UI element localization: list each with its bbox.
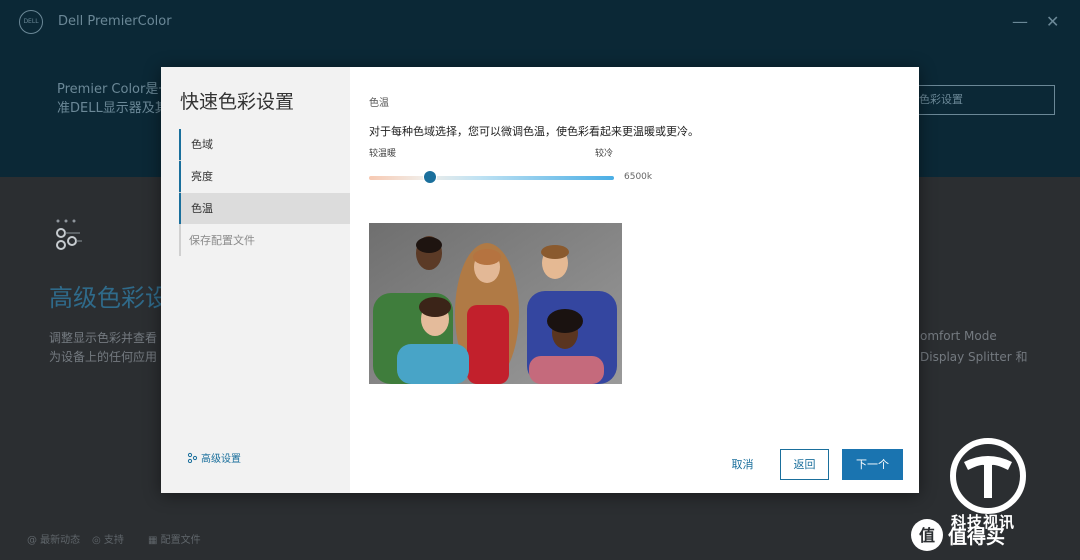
step-save-profile[interactable]: 保存配置文件	[179, 225, 350, 256]
comfort-mode-text: omfort Mode	[920, 329, 997, 343]
dialog-title: 快速色彩设置	[180, 91, 295, 113]
step-color-gamut[interactable]: 色域	[179, 129, 350, 160]
advanced-desc-line-2: 为设备上的任何应用	[49, 350, 158, 364]
watermark-emblem-icon	[950, 438, 1026, 514]
watermark-badge-icon: 值	[911, 519, 943, 551]
svg-text:值: 值	[919, 526, 935, 545]
hero-color-settings-button[interactable]: 色彩设置	[912, 85, 1055, 115]
step-color-temperature[interactable]: 色温	[179, 193, 350, 224]
hero-text-line-2: 准DELL显示器及其	[57, 101, 168, 116]
cancel-button[interactable]: 取消	[720, 449, 765, 481]
hero-text-line-1: Premier Color是一	[57, 82, 172, 97]
advanced-settings-icon	[56, 219, 82, 250]
wizard-sidebar: 快速色彩设置 色域 亮度 色温 保存配置文件 高级设置	[161, 67, 350, 493]
slider-label-warm: 较温暖	[369, 149, 397, 159]
watermark-text-bottom: 值得买	[948, 526, 1006, 548]
section-title: 色温	[369, 98, 389, 109]
quick-color-settings-dialog: 快速色彩设置 色域 亮度 色温 保存配置文件 高级设置 色温 对于每种色域选择，…	[161, 67, 919, 493]
slider-value: 6500k	[624, 172, 653, 182]
next-button[interactable]: 下一个	[842, 449, 903, 480]
step-brightness[interactable]: 亮度	[179, 161, 350, 192]
footer-support-link[interactable]: ◎ 支持	[92, 531, 124, 546]
close-window-button[interactable]: ✕	[1046, 12, 1059, 31]
section-description: 对于每种色域选择，您可以微调色温，使色彩看起来更温暖或更冷。	[369, 125, 699, 138]
color-temperature-slider[interactable]	[369, 176, 614, 180]
advanced-color-title: 高级色彩设	[49, 284, 169, 312]
preview-image	[369, 223, 622, 384]
advanced-desc-line-1: 调整显示色彩并查看	[49, 331, 158, 345]
footer-news-link[interactable]: @ 最新动态	[27, 531, 80, 546]
dell-logo-icon: DELL	[19, 10, 43, 34]
advanced-settings-small-icon	[187, 452, 198, 463]
wizard-content: 色温 对于每种色域选择，您可以微调色温，使色彩看起来更温暖或更冷。 较温暖 较冷…	[350, 67, 919, 493]
advanced-settings-label: 高级设置	[201, 454, 241, 465]
display-splitter-text: Display Splitter 和	[920, 350, 1028, 364]
footer-profiles-link[interactable]: ▦ 配置文件	[148, 531, 201, 546]
advanced-settings-link[interactable]: 高级设置	[187, 450, 241, 465]
back-button[interactable]: 返回	[780, 449, 829, 480]
minimize-button[interactable]: —	[1012, 12, 1028, 31]
slider-label-cool: 较冷	[595, 149, 614, 159]
slider-thumb[interactable]	[424, 171, 437, 183]
app-title: Dell PremierColor	[58, 14, 172, 29]
